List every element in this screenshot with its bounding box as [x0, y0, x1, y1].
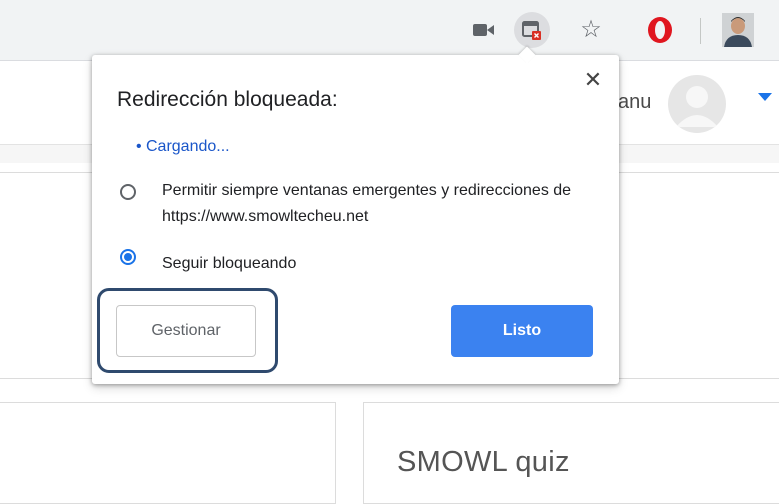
allow-always-radio[interactable]: [120, 184, 136, 200]
keep-blocking-radio[interactable]: [120, 249, 136, 265]
user-avatar[interactable]: [668, 75, 726, 133]
camera-icon[interactable]: [473, 22, 495, 38]
allow-always-label[interactable]: Permitir siempre ventanas emergentes y r…: [162, 178, 602, 230]
redirect-link-label: Cargando...: [146, 138, 230, 155]
opera-icon[interactable]: [645, 15, 675, 45]
popup-title: Redirección bloqueada:: [117, 88, 338, 111]
quiz-title[interactable]: SMOWL quiz: [397, 446, 570, 479]
user-menu-caret-icon[interactable]: [758, 93, 772, 101]
keep-blocking-label[interactable]: Seguir bloqueando: [162, 251, 296, 277]
star-icon[interactable]: ☆: [577, 16, 605, 44]
content-card: [0, 402, 336, 504]
list-bullet: •: [136, 138, 142, 155]
browser-toolbar: ☆: [0, 0, 779, 61]
popup-blocked-icon[interactable]: [514, 12, 550, 48]
highlight-frame: [97, 288, 278, 373]
close-icon[interactable]: ✕: [583, 69, 603, 91]
toolbar-divider: [700, 18, 701, 44]
user-name[interactable]: anu: [618, 91, 651, 114]
profile-photo[interactable]: [722, 13, 754, 47]
redirect-link[interactable]: • Cargando...: [136, 138, 230, 156]
done-button[interactable]: Listo: [451, 305, 593, 357]
